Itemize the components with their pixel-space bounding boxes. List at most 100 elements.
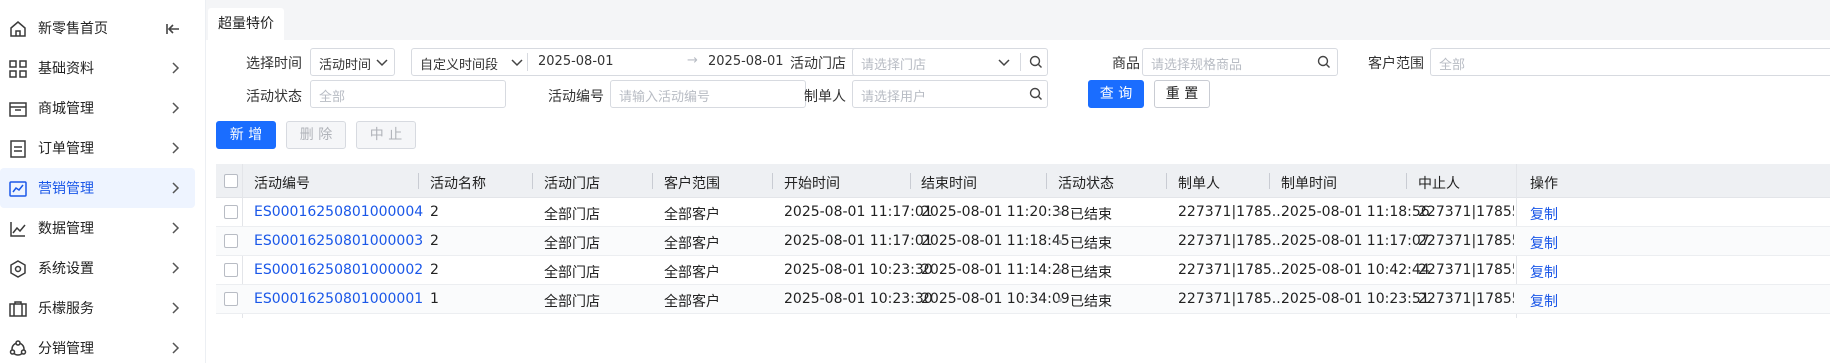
status-dot-icon xyxy=(1058,298,1062,302)
copy-link[interactable]: 复制 xyxy=(1530,233,1558,253)
date-end[interactable]: 2025-08-01 xyxy=(708,54,784,69)
table-row[interactable]: ES00016250801000003 2 全部门店 全部客户 2025-08-… xyxy=(216,227,1830,256)
sidebar-item-mall[interactable]: 商城管理 xyxy=(0,88,195,128)
cell-customer: 全部客户 xyxy=(664,294,720,310)
header-store: 活动门店 xyxy=(544,176,600,192)
cell-end: 2025-08-01 10:34:09 xyxy=(921,291,1070,307)
sidebar-item-home[interactable]: 新零售首页 xyxy=(0,8,195,48)
stop-button[interactable]: 中 止 xyxy=(356,121,416,149)
cell-status: 已结束 xyxy=(1058,262,1112,282)
table-row[interactable]: ES00016250801000002 2 全部门店 全部客户 2025-08-… xyxy=(216,256,1830,285)
sidebar-item-orders[interactable]: 订单管理 xyxy=(0,128,195,168)
sidebar-item-label: 订单管理 xyxy=(38,141,94,157)
cell-start: 2025-08-01 11:17:01 xyxy=(784,204,933,220)
delete-button[interactable]: 删 除 xyxy=(286,121,346,149)
copy-link[interactable]: 复制 xyxy=(1530,262,1558,282)
sidebar-item-lemeng-service[interactable]: 乐檬服务 xyxy=(0,288,195,328)
sidebar-item-basic-data[interactable]: 基础资料 xyxy=(0,48,195,88)
add-button[interactable]: 新 增 xyxy=(216,121,276,149)
creator-select[interactable]: 请选择用户 xyxy=(852,80,1048,108)
cell-created: 2025-08-01 11:17:07 xyxy=(1281,233,1430,249)
sidebar: 新零售首页 基础资料 商城管理 订单管理 营销管理 数据管理 系统设置 乐檬服务… xyxy=(0,0,206,363)
sidebar-item-label: 新零售首页 xyxy=(38,21,108,37)
table-row[interactable]: ES00016250801000001 1 全部门店 全部客户 2025-08-… xyxy=(216,285,1830,314)
copy-link[interactable]: 复制 xyxy=(1530,291,1558,311)
cell-store: 全部门店 xyxy=(544,207,600,223)
status-dot-icon xyxy=(1058,269,1062,273)
sidebar-item-marketing[interactable]: 营销管理 xyxy=(0,168,195,208)
code-filter-label: 活动编号 xyxy=(548,89,604,105)
sidebar-item-data[interactable]: 数据管理 xyxy=(0,208,195,248)
sidebar-item-distribution[interactable]: 分销管理 xyxy=(0,328,195,363)
row-checkbox[interactable] xyxy=(224,263,238,277)
cell-creator: 227371|1785... xyxy=(1178,291,1286,307)
briefcase-icon xyxy=(9,301,27,317)
home-icon xyxy=(10,21,26,37)
search-icon[interactable] xyxy=(1317,55,1331,69)
activity-code-link[interactable]: ES00016250801000004 xyxy=(254,204,423,220)
column-divider xyxy=(772,173,773,189)
table-header: 活动编号 活动名称 活动门店 客户范围 开始时间 结束时间 活动状态 制单人 制… xyxy=(216,164,1830,198)
sidebar-item-settings[interactable]: 系统设置 xyxy=(0,248,195,288)
cell-name: 2 xyxy=(430,233,439,249)
column-divider xyxy=(1166,173,1167,189)
chart-icon xyxy=(9,181,27,197)
query-button[interactable]: 查 询 xyxy=(1088,80,1144,108)
store-select[interactable]: 请选择门店 xyxy=(852,48,1048,76)
column-divider xyxy=(910,173,911,189)
column-divider xyxy=(652,173,653,189)
gear-icon xyxy=(10,260,26,278)
cell-customer: 全部客户 xyxy=(664,265,720,281)
product-select[interactable]: 请选择规格商品 xyxy=(1142,48,1338,76)
row-checkbox[interactable] xyxy=(224,292,238,306)
app-root: 新零售首页 基础资料 商城管理 订单管理 营销管理 数据管理 系统设置 乐檬服务… xyxy=(0,0,1830,363)
cell-creator: 227371|1785... xyxy=(1178,233,1286,249)
status-text: 已结束 xyxy=(1070,236,1112,252)
order-icon xyxy=(10,140,26,158)
cell-creator: 227371|1785... xyxy=(1178,262,1286,278)
select-all-checkbox[interactable] xyxy=(224,174,238,188)
cell-stopper: 227371|178558276 xyxy=(1418,262,1514,278)
product-filter-label: 商品 xyxy=(1112,56,1140,72)
activity-code-link[interactable]: ES00016250801000003 xyxy=(254,233,423,249)
chevron-right-icon xyxy=(172,222,180,234)
chevron-right-icon xyxy=(172,262,180,274)
customer-range-select[interactable]: 全部 xyxy=(1430,48,1830,76)
copy-link[interactable]: 复制 xyxy=(1530,204,1558,224)
cell-status: 已结束 xyxy=(1058,291,1112,311)
header-end: 结束时间 xyxy=(921,176,977,192)
reset-button[interactable]: 重 置 xyxy=(1154,80,1210,108)
search-icon[interactable] xyxy=(1029,55,1043,69)
status-select[interactable]: 全部 xyxy=(310,80,506,108)
cell-name: 2 xyxy=(430,262,439,278)
row-checkbox[interactable] xyxy=(224,205,238,219)
cell-store: 全部门店 xyxy=(544,236,600,252)
sidebar-item-label: 分销管理 xyxy=(38,341,94,357)
status-text: 已结束 xyxy=(1070,207,1112,223)
status-dot-icon xyxy=(1058,211,1062,215)
date-start[interactable]: 2025-08-01 xyxy=(538,54,614,69)
time-type-select[interactable]: 活动时间 xyxy=(310,48,395,76)
chevron-right-icon xyxy=(172,142,180,154)
cell-end: 2025-08-01 11:14:28 xyxy=(921,262,1070,278)
cell-start: 2025-08-01 10:23:30 xyxy=(784,262,933,278)
sidebar-item-label: 基础资料 xyxy=(38,61,94,77)
tab-bulk-special-price[interactable]: 超量特价 xyxy=(208,8,284,40)
activity-code-link[interactable]: ES00016250801000001 xyxy=(254,291,423,307)
cell-start: 2025-08-01 11:17:01 xyxy=(784,233,933,249)
search-icon[interactable] xyxy=(1029,87,1043,101)
header-start: 开始时间 xyxy=(784,176,840,192)
cell-name: 2 xyxy=(430,204,439,220)
row-checkbox[interactable] xyxy=(224,234,238,248)
code-input[interactable]: 请输入活动编号 xyxy=(610,80,806,108)
trend-icon xyxy=(10,222,26,237)
table-row[interactable]: ES00016250801000004 2 全部门店 全部客户 2025-08-… xyxy=(216,198,1830,227)
cell-name: 1 xyxy=(430,291,439,307)
header-actions: 操作 xyxy=(1530,176,1558,192)
cell-created: 2025-08-01 10:23:51 xyxy=(1281,291,1430,307)
cell-stopper: 227371|178558276 xyxy=(1418,291,1514,307)
activity-code-link[interactable]: ES00016250801000002 xyxy=(254,262,423,278)
store-icon xyxy=(9,102,27,117)
chevron-down-icon xyxy=(998,59,1010,67)
column-divider xyxy=(1269,173,1270,189)
